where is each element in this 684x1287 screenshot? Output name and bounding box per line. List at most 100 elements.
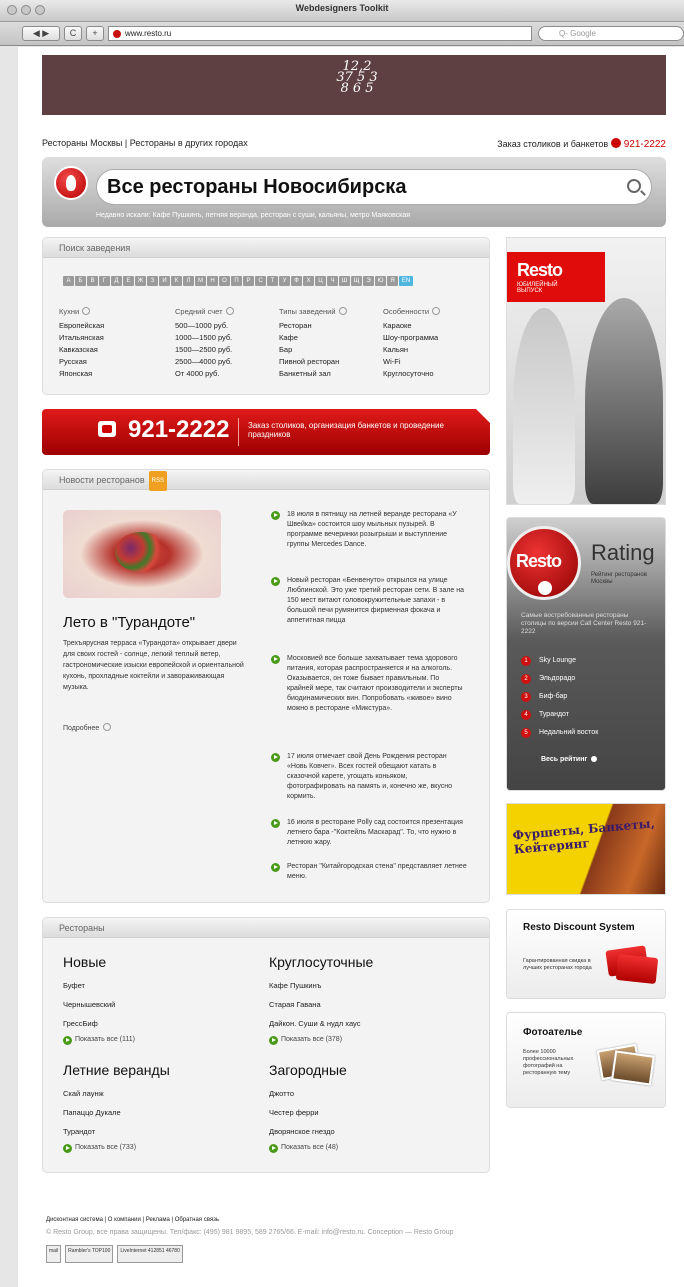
news-item[interactable]: 16 июля в ресторане Polly сад состоится … [271, 818, 467, 848]
letter-button[interactable]: П [231, 276, 242, 286]
letter-button[interactable]: Ш [339, 276, 350, 286]
other-cities-link[interactable]: Рестораны в других городах [130, 138, 248, 148]
order-label[interactable]: Заказ столиков и банкетов [497, 139, 608, 149]
feature-title[interactable]: Лето в "Турандоте" [63, 614, 195, 631]
filter-heading[interactable]: Особенности [383, 306, 440, 318]
all-rating-link[interactable]: Весь рейтинг [541, 756, 597, 763]
rss-badge[interactable]: RSS [148, 471, 167, 491]
footer-links[interactable]: Дисконтная система | О компании | Реклам… [46, 1217, 219, 1223]
filter-option[interactable]: Японская [59, 368, 104, 380]
filter-option[interactable]: Европейская [59, 320, 104, 332]
restaurant-link[interactable]: Папаццо Дукале [63, 1103, 121, 1122]
category-title[interactable]: Летние веранды [63, 1062, 170, 1078]
filter-option[interactable]: 2500—4000 руб. [175, 356, 234, 368]
discount-ad[interactable]: Resto Discount System Гарантированная ск… [506, 909, 666, 999]
filter-option[interactable]: Караоке [383, 320, 440, 332]
letter-button[interactable]: Е [123, 276, 134, 286]
filter-option[interactable]: Банкетный зал [279, 368, 347, 380]
letter-button[interactable]: И [159, 276, 170, 286]
restaurant-link[interactable]: Дайкон. Суши & нудл хаус [269, 1014, 360, 1033]
news-item[interactable]: 17 июля отмечает свой День Рождения рест… [271, 752, 467, 802]
letter-button[interactable]: Д [111, 276, 122, 286]
filter-option[interactable]: Ресторан [279, 320, 347, 332]
address-bar[interactable]: www.resto.ru [108, 26, 532, 41]
show-all-link[interactable]: Показать все (733) [63, 1144, 136, 1153]
category-title[interactable]: Загородные [269, 1062, 347, 1078]
letter-button[interactable]: Т [267, 276, 278, 286]
letter-button[interactable]: У [279, 276, 290, 286]
letter-button[interactable]: К [171, 276, 182, 286]
restaurant-link[interactable]: Турандот [63, 1122, 121, 1141]
add-bookmark-button[interactable]: + [86, 26, 104, 41]
show-all-link[interactable]: Показать все (48) [269, 1144, 338, 1153]
restaurant-link[interactable]: Честер ферри [269, 1103, 335, 1122]
letter-button[interactable]: В [87, 276, 98, 286]
letter-button[interactable]: А [63, 276, 74, 286]
filter-option[interactable]: 1000—1500 руб. [175, 332, 234, 344]
letter-button[interactable]: Ц [315, 276, 326, 286]
restaurant-link[interactable]: Старая Гавана [269, 995, 360, 1014]
restaurant-link[interactable]: Буфет [63, 976, 115, 995]
filter-option[interactable]: Бар [279, 344, 347, 356]
restaurant-link[interactable]: Чернышевский [63, 995, 115, 1014]
show-all-link[interactable]: Показать все (378) [269, 1036, 342, 1045]
letter-button[interactable]: Щ [351, 276, 362, 286]
news-item[interactable]: Новый ресторан «Бенвенуто» открылся на у… [271, 576, 467, 626]
letter-button[interactable]: З [147, 276, 158, 286]
filter-option[interactable]: Итальянская [59, 332, 104, 344]
filter-option[interactable]: Wi-Fi [383, 356, 440, 368]
restaurant-link[interactable]: Джотто [269, 1084, 335, 1103]
category-title[interactable]: Новые [63, 954, 106, 970]
letter-button[interactable]: Ч [327, 276, 338, 286]
filter-option[interactable]: 1500—2500 руб. [175, 344, 234, 356]
more-link[interactable]: Подробнее [63, 723, 111, 732]
letter-button[interactable]: Я [387, 276, 398, 286]
letter-button[interactable]: Г [99, 276, 110, 286]
restaurant-link[interactable]: ГрессБиф [63, 1014, 115, 1033]
rating-item[interactable]: 3 Биф-бар [521, 692, 567, 702]
filter-option[interactable]: Кальян [383, 344, 440, 356]
filter-option[interactable]: Русская [59, 356, 104, 368]
photo-studio-ad[interactable]: Фотоателье Более 10000 профессиональных … [506, 1012, 666, 1108]
filter-heading[interactable]: Типы заведений [279, 306, 347, 318]
filter-option[interactable]: Кавказская [59, 344, 104, 356]
letter-button[interactable]: Л [183, 276, 194, 286]
counter-badge[interactable]: mail [46, 1245, 62, 1263]
dessert-photo[interactable] [63, 510, 221, 598]
letter-button[interactable]: Э [363, 276, 374, 286]
moscow-link[interactable]: Рестораны Москвы [42, 138, 122, 148]
news-item[interactable]: Ресторан "Китайгородская стена" представ… [271, 862, 467, 882]
browser-search-field[interactable]: Q- Google [538, 26, 684, 41]
rating-item[interactable]: 5 Недальний восток [521, 728, 598, 738]
filter-option[interactable]: Шоу-программа [383, 332, 440, 344]
back-forward-button[interactable]: ◀ ▶ [22, 26, 60, 41]
filter-option[interactable]: От 4000 руб. [175, 368, 234, 380]
restaurant-link[interactable]: Дворянское гнездо [269, 1122, 335, 1141]
filter-heading[interactable]: Средний счет [175, 306, 234, 318]
filter-option[interactable]: Круглосуточно [383, 368, 440, 380]
filter-option[interactable]: 500—1000 руб. [175, 320, 234, 332]
counter-badge[interactable]: Rambler's TOP100 [65, 1245, 114, 1263]
counter-badge[interactable]: LiveInternet 412851 46780 [117, 1245, 183, 1263]
letter-button[interactable]: Ф [291, 276, 302, 286]
letter-button[interactable]: EN [399, 276, 413, 286]
filter-option[interactable]: Кафе [279, 332, 347, 344]
letter-button[interactable]: Ю [375, 276, 386, 286]
city-search-input[interactable]: Все рестораны Новосибирска [96, 169, 652, 205]
show-all-link[interactable]: Показать все (111) [63, 1036, 135, 1045]
reload-button[interactable]: C [64, 26, 82, 41]
letter-button[interactable]: Х [303, 276, 314, 286]
resto-magazine-ad[interactable]: Resto ЮБИЛЕЙНЫЙ ВЫПУСК [506, 237, 666, 505]
catering-ad[interactable]: Фуршеты, Банкеты, Кейтеринг [506, 803, 666, 895]
rating-item[interactable]: 4 Турандот [521, 710, 569, 720]
order-banner[interactable]: 921-2222 Заказ столиков, организация бан… [42, 409, 490, 455]
search-icon[interactable] [627, 179, 641, 193]
letter-button[interactable]: Б [75, 276, 86, 286]
letter-button[interactable]: С [255, 276, 266, 286]
restaurant-link[interactable]: Кафе Пушкинъ [269, 976, 360, 995]
letter-button[interactable]: О [219, 276, 230, 286]
restaurant-link[interactable]: Скай лаунж [63, 1084, 121, 1103]
filter-heading[interactable]: Кухни [59, 306, 104, 318]
rating-item[interactable]: 2 Эльдорадо [521, 674, 575, 684]
letter-button[interactable]: Ж [135, 276, 146, 286]
